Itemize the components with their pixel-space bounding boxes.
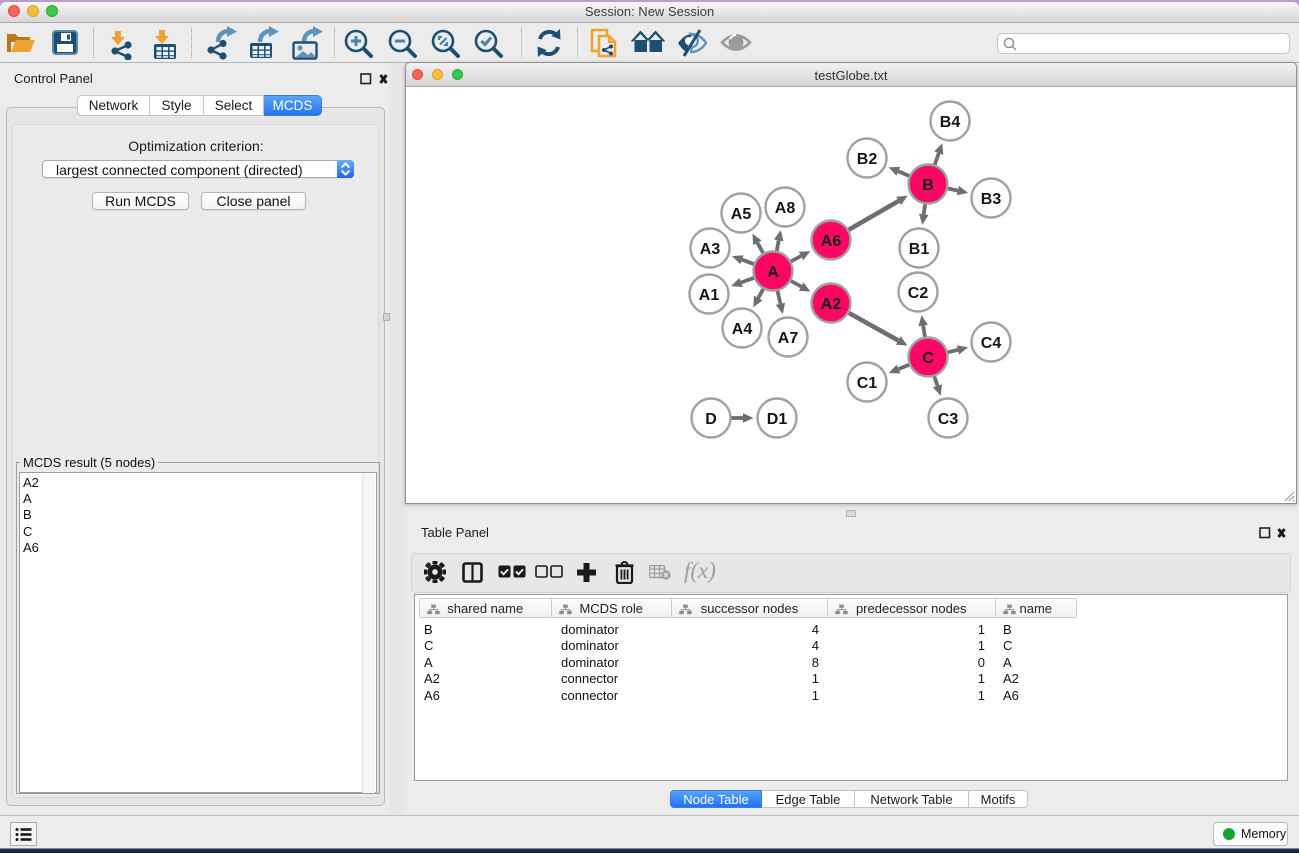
svg-text:A3: A3 [700,241,721,258]
svg-text:C1: C1 [857,375,878,392]
svg-text:B3: B3 [981,191,1002,208]
svg-text:B4: B4 [940,114,961,131]
svg-text:B1: B1 [909,241,930,258]
svg-text:C2: C2 [908,285,929,302]
svg-text:A4: A4 [732,321,753,338]
svg-text:A: A [767,264,779,281]
svg-text:A7: A7 [778,330,799,347]
svg-text:C3: C3 [938,411,959,428]
svg-text:A8: A8 [775,200,796,217]
svg-text:C: C [922,350,934,367]
svg-text:B: B [922,177,934,194]
svg-text:C4: C4 [981,335,1002,352]
svg-text:A5: A5 [731,206,752,223]
svg-text:D1: D1 [767,411,788,428]
svg-text:D: D [705,411,717,428]
svg-text:A1: A1 [699,287,720,304]
svg-text:A6: A6 [821,233,842,250]
svg-text:A2: A2 [821,296,842,313]
svg-text:B2: B2 [857,151,878,168]
